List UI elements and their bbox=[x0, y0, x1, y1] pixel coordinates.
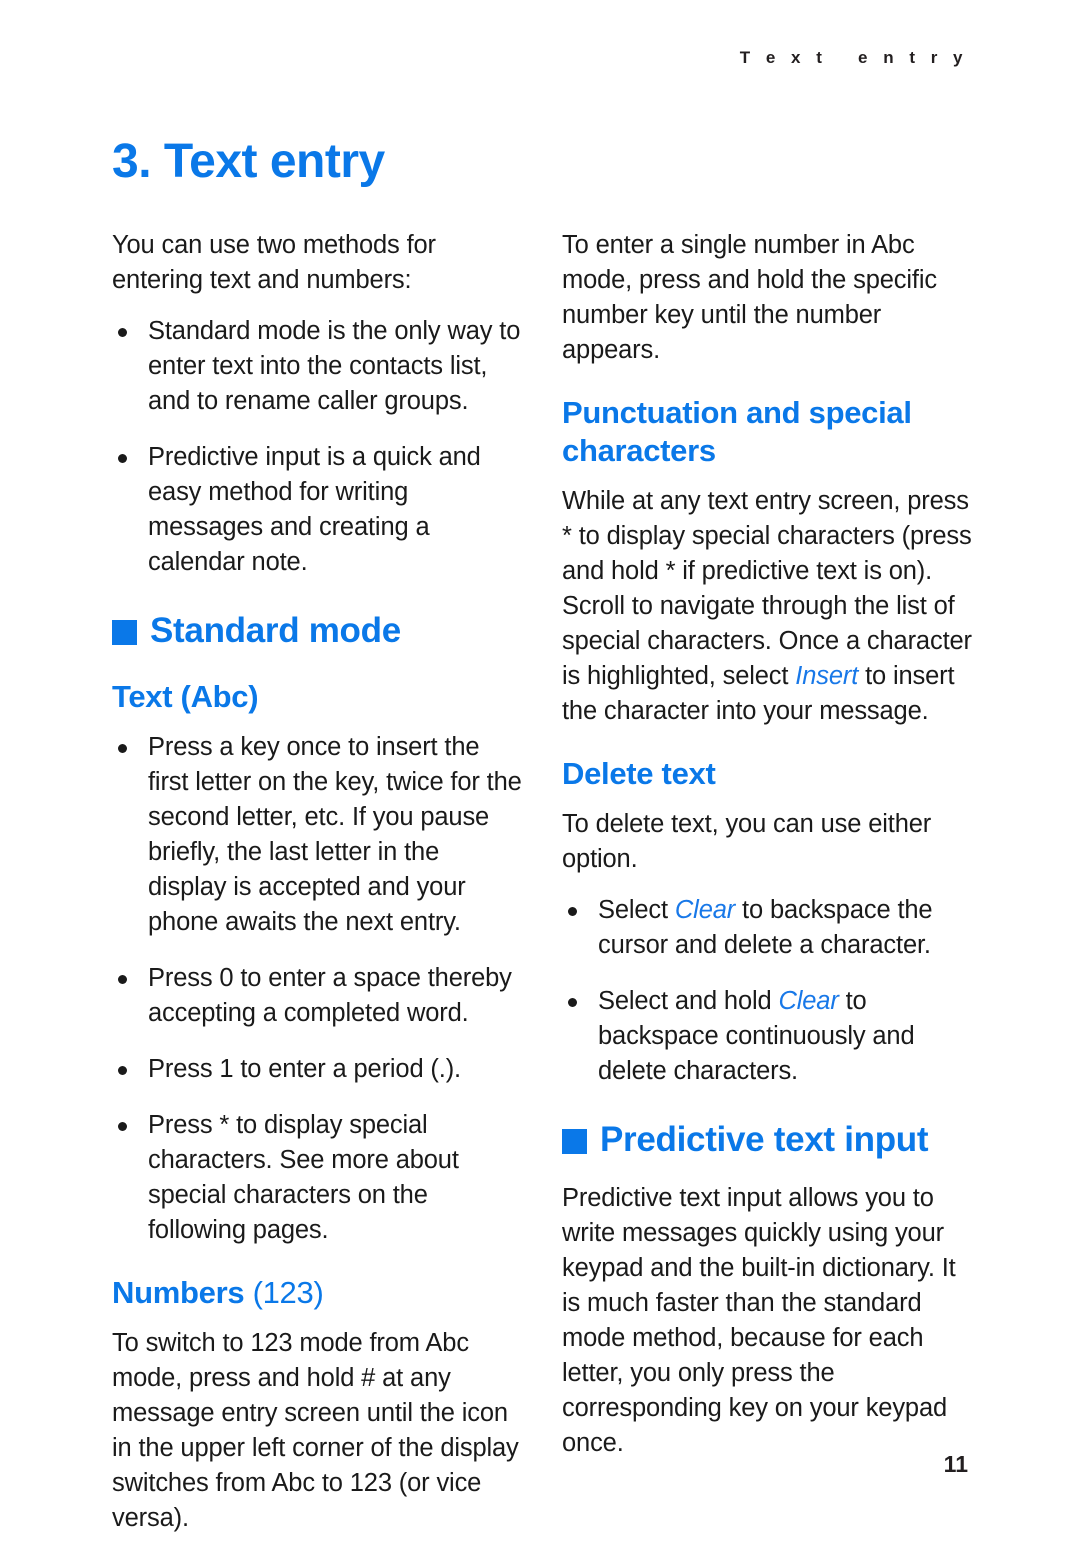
punctuation-text-part1: While at any text entry screen, press * … bbox=[562, 487, 972, 690]
manual-page: T e x t e n t r y 3. Text entry You can … bbox=[0, 0, 1080, 1532]
heading-text: Standard mode bbox=[150, 611, 401, 650]
bullet-dot-icon bbox=[118, 1066, 127, 1075]
list-item: Predictive input is a quick and easy met… bbox=[112, 440, 522, 580]
list-item-text: Press * to display special characters. S… bbox=[148, 1111, 459, 1244]
heading-text-abc: Text (Abc) bbox=[112, 679, 259, 714]
bullet-dot-icon bbox=[118, 975, 127, 984]
predictive-paragraph: Predictive text input allows you to writ… bbox=[562, 1184, 956, 1457]
heading-punctuation-special-characters: Punctuation and special characters bbox=[562, 395, 912, 468]
list-item-text-part1: Select and hold bbox=[598, 987, 779, 1015]
blue-square-bullet-icon bbox=[112, 619, 137, 645]
list-item-text: Press 1 to enter a period (.). bbox=[148, 1055, 461, 1083]
chapter-title: 3. Text entry bbox=[112, 135, 385, 189]
list-item: Press a key once to insert the first let… bbox=[112, 730, 522, 940]
list-item-text: Predictive input is a quick and easy met… bbox=[148, 443, 481, 576]
softkey-insert-reference: Insert bbox=[795, 662, 859, 690]
list-item: Press 1 to enter a period (.). bbox=[112, 1052, 522, 1087]
list-item: Press 0 to enter a space thereby accepti… bbox=[112, 961, 522, 1031]
numbers-paragraph: To switch to 123 mode from Abc mode, pre… bbox=[112, 1329, 519, 1532]
list-item-text: Press 0 to enter a space thereby accepti… bbox=[148, 964, 512, 1027]
left-column: You can use two methods for entering tex… bbox=[112, 228, 522, 1558]
heading-numbers: Numbers (123) bbox=[112, 1274, 522, 1312]
list-item-text: Standard mode is the only way to enter t… bbox=[148, 317, 521, 415]
intro-paragraph: You can use two methods for entering tex… bbox=[112, 231, 436, 294]
bullet-dot-icon bbox=[118, 744, 127, 753]
heading-text: Predictive text input bbox=[600, 1120, 929, 1159]
delete-text-paragraph: To delete text, you can use either optio… bbox=[562, 810, 932, 873]
blue-square-bullet-icon bbox=[562, 1128, 587, 1154]
list-item: Press * to display special characters. S… bbox=[112, 1108, 522, 1248]
page-number: 11 bbox=[943, 1451, 968, 1477]
bullet-dot-icon bbox=[568, 907, 577, 916]
list-item: Select Clear to backspace the cursor and… bbox=[562, 893, 972, 963]
punctuation-paragraph: While at any text entry screen, press * … bbox=[562, 484, 972, 729]
delete-text-bullet-list: Select Clear to backspace the cursor and… bbox=[562, 893, 972, 1089]
list-item-text: Press a key once to insert the first let… bbox=[148, 733, 522, 936]
bullet-dot-icon bbox=[118, 328, 127, 337]
list-item: Standard mode is the only way to enter t… bbox=[112, 314, 522, 419]
list-item: Select and hold Clear to backspace conti… bbox=[562, 984, 972, 1089]
softkey-clear-reference: Clear bbox=[778, 987, 839, 1015]
softkey-clear-reference: Clear bbox=[674, 896, 736, 924]
heading-numbers-bold: Numbers bbox=[112, 1275, 245, 1310]
bullet-dot-icon bbox=[118, 1122, 127, 1131]
intro-bullet-list: Standard mode is the only way to enter t… bbox=[112, 314, 522, 580]
heading-predictive-text-input: Predictive text input bbox=[562, 1119, 972, 1161]
list-item-text-part1: Select bbox=[598, 896, 675, 924]
heading-numbers-suffix: (123) bbox=[244, 1275, 324, 1310]
abc-number-paragraph: To enter a single number in Abc mode, pr… bbox=[562, 231, 937, 364]
heading-standard-mode: Standard mode bbox=[112, 610, 522, 652]
bullet-dot-icon bbox=[118, 454, 127, 463]
right-column: To enter a single number in Abc mode, pr… bbox=[562, 228, 972, 1483]
bullet-dot-icon bbox=[568, 998, 577, 1007]
text-abc-bullet-list: Press a key once to insert the first let… bbox=[112, 730, 522, 1248]
running-header: T e x t e n t r y bbox=[739, 48, 968, 67]
heading-delete-text: Delete text bbox=[562, 756, 716, 791]
